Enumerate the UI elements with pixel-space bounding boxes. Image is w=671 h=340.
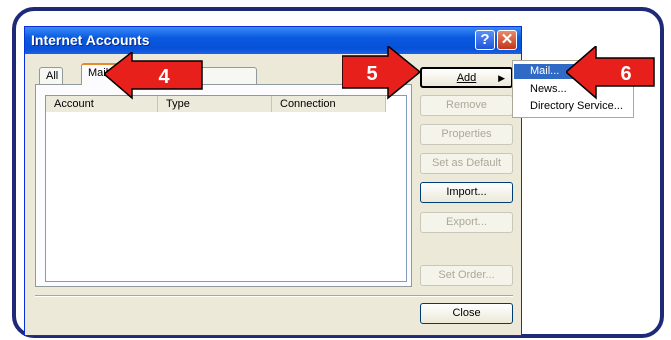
window-title: Internet Accounts	[31, 32, 150, 48]
import-button[interactable]: Import...	[420, 182, 513, 203]
internet-accounts-dialog: Internet Accounts ? ✕ All ctory Service …	[24, 26, 522, 336]
help-button[interactable]: ?	[475, 30, 495, 50]
close-button[interactable]: Close	[420, 303, 513, 324]
title-bar[interactable]: Internet Accounts ? ✕	[25, 27, 521, 54]
remove-button[interactable]: Remove	[420, 95, 513, 116]
step-6-label: 6	[620, 63, 631, 85]
step-6-arrow-icon: 6	[566, 46, 655, 100]
tab-panel: Account Type Connection	[35, 84, 412, 287]
accounts-list[interactable]: Account Type Connection	[45, 95, 407, 282]
step-4-arrow-icon: 4	[104, 52, 203, 100]
separator	[35, 295, 513, 297]
submenu-arrow-icon: ▶	[498, 73, 505, 83]
export-button[interactable]: Export...	[420, 212, 513, 233]
add-button-label: Add	[456, 72, 477, 84]
step-5-label: 5	[366, 63, 377, 85]
tab-all[interactable]: All	[39, 67, 63, 85]
step-5-arrow-icon: 5	[342, 46, 422, 100]
step-4-label: 4	[158, 66, 170, 88]
properties-button[interactable]: Properties	[420, 124, 513, 145]
window-close-button[interactable]: ✕	[497, 30, 517, 50]
set-as-default-button[interactable]: Set as Default	[420, 153, 513, 174]
add-button[interactable]: Add ▶	[420, 67, 513, 88]
set-order-button[interactable]: Set Order...	[420, 265, 513, 286]
